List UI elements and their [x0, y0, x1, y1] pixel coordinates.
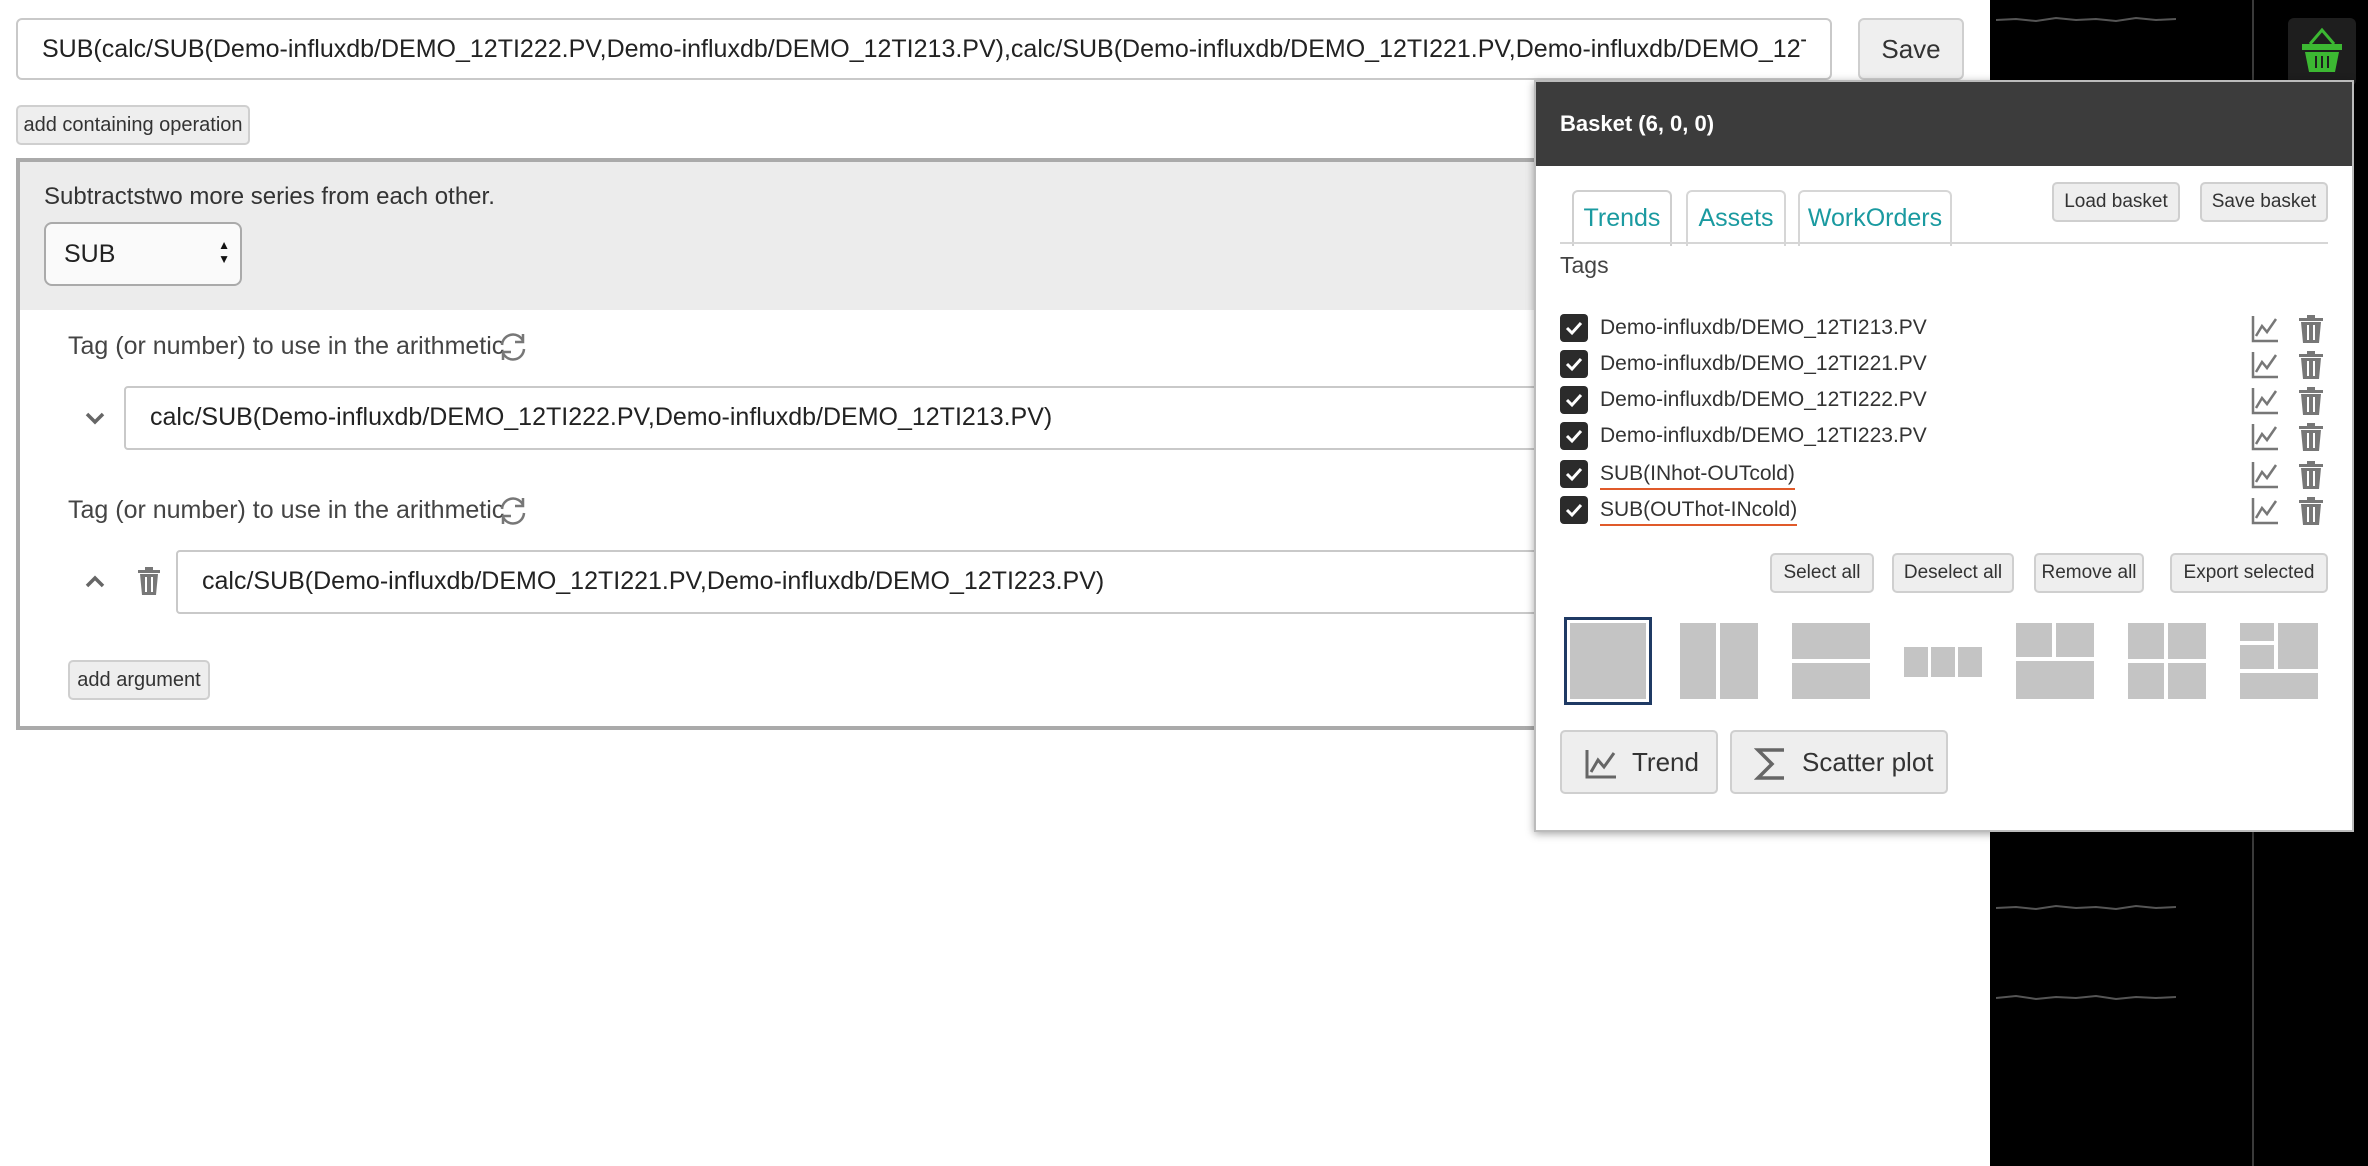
save-button[interactable]: Save [1858, 18, 1964, 80]
trend-chart-icon[interactable] [2250, 496, 2280, 526]
tag-row: Demo-influxdb/DEMO_12TI213.PV [1560, 314, 2332, 344]
trash-icon[interactable] [2296, 496, 2326, 526]
tag-row: Demo-influxdb/DEMO_12TI221.PV [1560, 350, 2332, 380]
argument-input[interactable]: calc/SUB(Demo-influxdb/DEMO_12TI222.PV,D… [124, 386, 1544, 450]
basket-toggle-button[interactable] [2288, 18, 2356, 86]
check-icon [1565, 393, 1583, 408]
sparkline [1996, 994, 2176, 1001]
tags-heading: Tags [1560, 252, 1609, 278]
trash-icon[interactable] [2296, 314, 2326, 344]
sparkline [1996, 904, 2176, 911]
tab-assets[interactable]: Assets [1686, 190, 1786, 246]
layout-option-grid[interactable] [2128, 617, 2206, 705]
scatter-plot-button[interactable]: Scatter plot [1730, 730, 1948, 794]
select-arrows-icon: ▲ ▼ [218, 238, 230, 266]
layout-option-two-rows[interactable] [1792, 617, 1870, 705]
tag-name: Demo-influxdb/DEMO_12TI223.PV [1600, 424, 1927, 447]
operation-select[interactable]: SUB ▲ ▼ [44, 222, 242, 286]
tag-name: SUB(INhot-OUTcold) [1600, 460, 1795, 490]
check-icon [1565, 321, 1583, 336]
tag-name: Demo-influxdb/DEMO_12TI221.PV [1600, 352, 1927, 375]
checkbox[interactable] [1560, 422, 1588, 450]
operation-select-value: SUB [64, 240, 116, 268]
check-icon [1565, 429, 1583, 444]
layout-option-single[interactable] [1564, 617, 1652, 705]
trend-chart-icon[interactable] [2250, 460, 2280, 490]
tabs-divider [1560, 242, 2328, 244]
argument-label: Tag (or number) to use in the arithmetic [68, 332, 505, 360]
tag-name: Demo-influxdb/DEMO_12TI222.PV [1600, 388, 1927, 411]
trend-chart-icon[interactable] [2250, 386, 2280, 416]
basket-icon [2302, 27, 2342, 72]
tag-row: Demo-influxdb/DEMO_12TI222.PV [1560, 386, 2332, 416]
basket-title: Basket (6, 0, 0) [1536, 82, 2352, 166]
argument-label: Tag (or number) to use in the arithmetic [68, 496, 505, 524]
tag-row: Demo-influxdb/DEMO_12TI223.PV [1560, 422, 2332, 452]
layout-option-two-columns[interactable] [1680, 617, 1758, 705]
tab-workorders[interactable]: WorkOrders [1798, 190, 1952, 246]
export-selected-button[interactable]: Export selected [2170, 553, 2328, 593]
trend-chart-icon[interactable] [2250, 350, 2280, 380]
trash-icon[interactable] [2296, 350, 2326, 380]
trend-chart-icon [1585, 750, 1616, 779]
sparkline [1996, 16, 2176, 23]
sigma-icon [1754, 748, 1784, 780]
chevron-up-icon[interactable] [84, 574, 106, 590]
trash-icon[interactable] [136, 566, 162, 596]
checkbox[interactable] [1560, 386, 1588, 414]
tag-name: SUB(OUThot-INcold) [1600, 496, 1798, 526]
trend-chart-icon[interactable] [2250, 314, 2280, 344]
refresh-icon[interactable] [496, 494, 530, 528]
trash-icon[interactable] [2296, 460, 2326, 490]
layout-option-three-columns[interactable] [1904, 617, 1982, 705]
select-all-button[interactable]: Select all [1770, 553, 1874, 593]
layout-option-mixed[interactable] [2240, 617, 2318, 705]
checkbox[interactable] [1560, 314, 1588, 342]
trend-label: Trend [1632, 747, 1699, 777]
load-basket-button[interactable]: Load basket [2052, 182, 2180, 222]
scatter-plot-label: Scatter plot [1802, 747, 1934, 777]
save-basket-button[interactable]: Save basket [2200, 182, 2328, 222]
deselect-all-button[interactable]: Deselect all [1892, 553, 2014, 593]
check-icon [1565, 357, 1583, 372]
checkbox[interactable] [1560, 496, 1588, 524]
tag-row: SUB(OUThot-INcold) [1560, 496, 2332, 526]
trend-button[interactable]: Trend [1560, 730, 1718, 794]
checkbox[interactable] [1560, 460, 1588, 488]
trash-icon[interactable] [2296, 422, 2326, 452]
remove-all-button[interactable]: Remove all [2034, 553, 2144, 593]
layout-option-two-top-one-bottom[interactable] [2016, 617, 2094, 705]
trash-icon[interactable] [2296, 386, 2326, 416]
operation-description: Subtractstwo more series from each other… [44, 183, 495, 210]
check-icon [1565, 503, 1583, 518]
refresh-icon[interactable] [496, 330, 530, 364]
tag-row: SUB(INhot-OUTcold) [1560, 460, 2332, 490]
chevron-down-icon[interactable] [84, 410, 106, 426]
add-argument-button[interactable]: add argument [68, 660, 210, 700]
tag-name: Demo-influxdb/DEMO_12TI213.PV [1600, 316, 1927, 339]
checkbox[interactable] [1560, 350, 1588, 378]
trend-chart-icon[interactable] [2250, 422, 2280, 452]
formula-input[interactable] [16, 18, 1832, 80]
add-containing-operation-button[interactable]: add containing operation [16, 105, 250, 145]
tab-trends[interactable]: Trends [1572, 190, 1672, 246]
check-icon [1565, 467, 1583, 482]
argument-input[interactable]: calc/SUB(Demo-influxdb/DEMO_12TI221.PV,D… [176, 550, 1544, 614]
